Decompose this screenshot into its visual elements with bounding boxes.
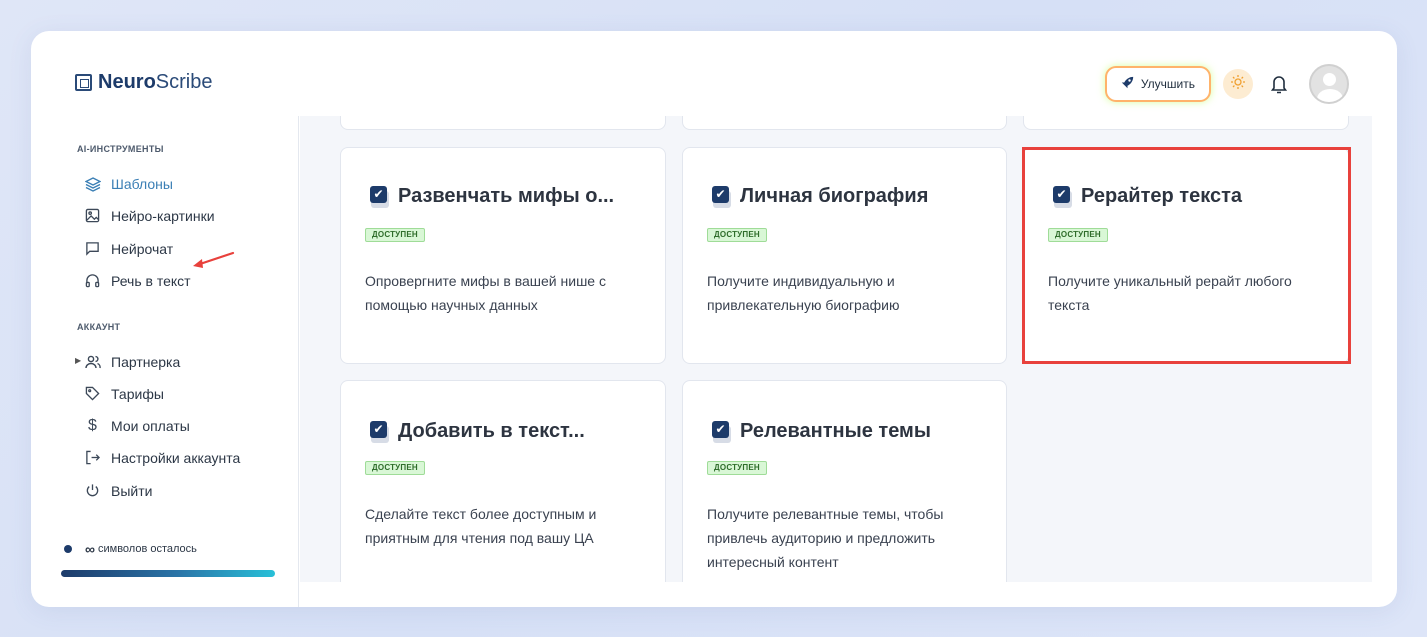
sidebar-item-label: Тарифы [111,385,164,402]
status-badge: ДОСТУПЕН [1048,228,1108,242]
card-title-text: Личная биография [740,185,929,207]
status-badge: ДОСТУПЕН [365,228,425,242]
sidebar-item-label: Настройки аккаунта [111,449,241,466]
status-dot [64,545,72,553]
avatar[interactable] [1309,64,1349,104]
sidebar-item-payments[interactable]: $ Мои оплаты [84,417,190,434]
credits-value: ∞ [85,541,95,557]
headphones-icon [84,272,101,289]
card-description: Получите уникальный рерайт любого текста [1048,273,1292,313]
sun-icon [1230,74,1246,95]
sidebar-item-account-settings[interactable]: Настройки аккаунта [84,449,240,466]
image-icon [84,207,101,224]
card-title: ✔ Релевантные темы [712,420,931,443]
users-icon [84,353,101,370]
annotation-arrow [193,251,235,268]
checkbox-icon: ✔ [1053,185,1072,208]
sidebar-item-tariffs[interactable]: Тарифы [84,385,164,402]
layers-icon [84,175,101,192]
tag-icon [84,385,101,402]
sidebar-item-label: Нейрочат [111,240,174,257]
logo-icon [75,74,92,91]
brand-name-light: Scribe [155,71,213,93]
sidebar-item-label: Речь в текст [111,272,191,289]
card-description: Опровергните мифы в вашей нише с помощью… [365,273,606,313]
sidebar-item-logout[interactable]: Выйти [84,482,152,499]
template-card[interactable]: ✔ Развенчать мифы о... ДОСТУПЕН Опроверг… [340,147,666,364]
template-card[interactable]: ✔ Релевантные темы ДОСТУПЕН Получите рел… [682,380,1007,582]
brand-name-bold: Neuro [98,71,156,93]
card-title-text: Добавить в текст... [398,420,585,442]
templates-grid: ✔ Развенчать мифы о... ДОСТУПЕН Опроверг… [300,116,1372,582]
section-label-tools: AI-ИНСТРУМЕНТЫ [77,144,164,154]
expand-caret-icon[interactable]: ▶ [75,356,81,365]
card-partial[interactable] [1023,116,1349,130]
logout-arrow-icon [84,449,101,466]
card-title: ✔ Личная биография [712,185,928,208]
card-partial[interactable] [682,116,1007,130]
card-partial[interactable] [340,116,666,130]
template-card[interactable]: ✔ Добавить в текст... ДОСТУПЕН Сделайте … [340,380,666,582]
card-title: ✔ Добавить в текст... [370,420,585,443]
section-label-account: АККАУНТ [77,322,121,332]
chat-icon [84,240,101,257]
credits-label: символов осталось [97,543,197,555]
checkbox-icon: ✔ [370,420,389,443]
card-description: Получите индивидуальную и привлекательну… [707,273,900,313]
sidebar-item-speech-to-text[interactable]: Речь в текст [84,272,191,289]
card-title: ✔ Рерайтер текста [1053,185,1242,208]
sidebar-item-neurochat[interactable]: Нейрочат [84,240,173,257]
dollar-icon: $ [88,416,97,434]
card-title: ✔ Развенчать мифы о... [370,185,614,208]
logo[interactable]: Neuro Scribe [75,71,213,94]
upgrade-label: Улучшить [1140,77,1195,91]
sidebar-item-partner[interactable]: Партнерка [84,353,180,370]
template-card[interactable]: ✔ Личная биография ДОСТУПЕН Получите инд… [682,147,1007,364]
card-title-text: Рерайтер текста [1081,185,1242,207]
sidebar-item-neuro-images[interactable]: Нейро-картинки [84,207,215,224]
checkbox-icon: ✔ [712,420,731,443]
topbar-actions: Улучшить [1106,64,1349,104]
card-description: Получите релевантные темы, чтобы привлеч… [707,506,944,570]
template-card-rewriter[interactable]: ✔ Рерайтер текста ДОСТУПЕН Получите уник… [1023,147,1349,364]
rocket-icon [1121,76,1134,92]
checkbox-icon: ✔ [370,185,389,208]
status-badge: ДОСТУПЕН [365,461,425,475]
sidebar-item-label: Партнерка [111,353,181,370]
credits-progress-bar [61,570,275,577]
power-icon [84,482,101,499]
sidebar-item-label: Нейро-картинки [111,207,215,224]
sidebar: AI-ИНСТРУМЕНТЫ Шаблоны Нейро-картинки Не… [31,116,299,607]
status-badge: ДОСТУПЕН [707,228,767,242]
theme-toggle-button[interactable] [1223,69,1253,99]
card-title-text: Релевантные темы [740,420,931,442]
credits-indicator: ∞ символов осталось [64,541,197,557]
upgrade-button[interactable]: Улучшить [1106,68,1209,100]
bell-icon [1269,76,1289,99]
notifications-button[interactable] [1269,73,1289,95]
card-title-text: Развенчать мифы о... [398,185,615,207]
checkbox-icon: ✔ [712,185,731,208]
app-window: Neuro Scribe Улучшить AI-ИНСТРУМЕНТЫ Шаб… [31,31,1397,607]
sidebar-item-label: Шаблоны [111,175,173,192]
sidebar-item-label: Выйти [111,482,153,499]
status-badge: ДОСТУПЕН [707,461,767,475]
sidebar-item-templates[interactable]: Шаблоны [84,175,173,192]
sidebar-item-label: Мои оплаты [111,417,190,434]
card-description: Сделайте текст более доступным и приятны… [365,506,597,546]
